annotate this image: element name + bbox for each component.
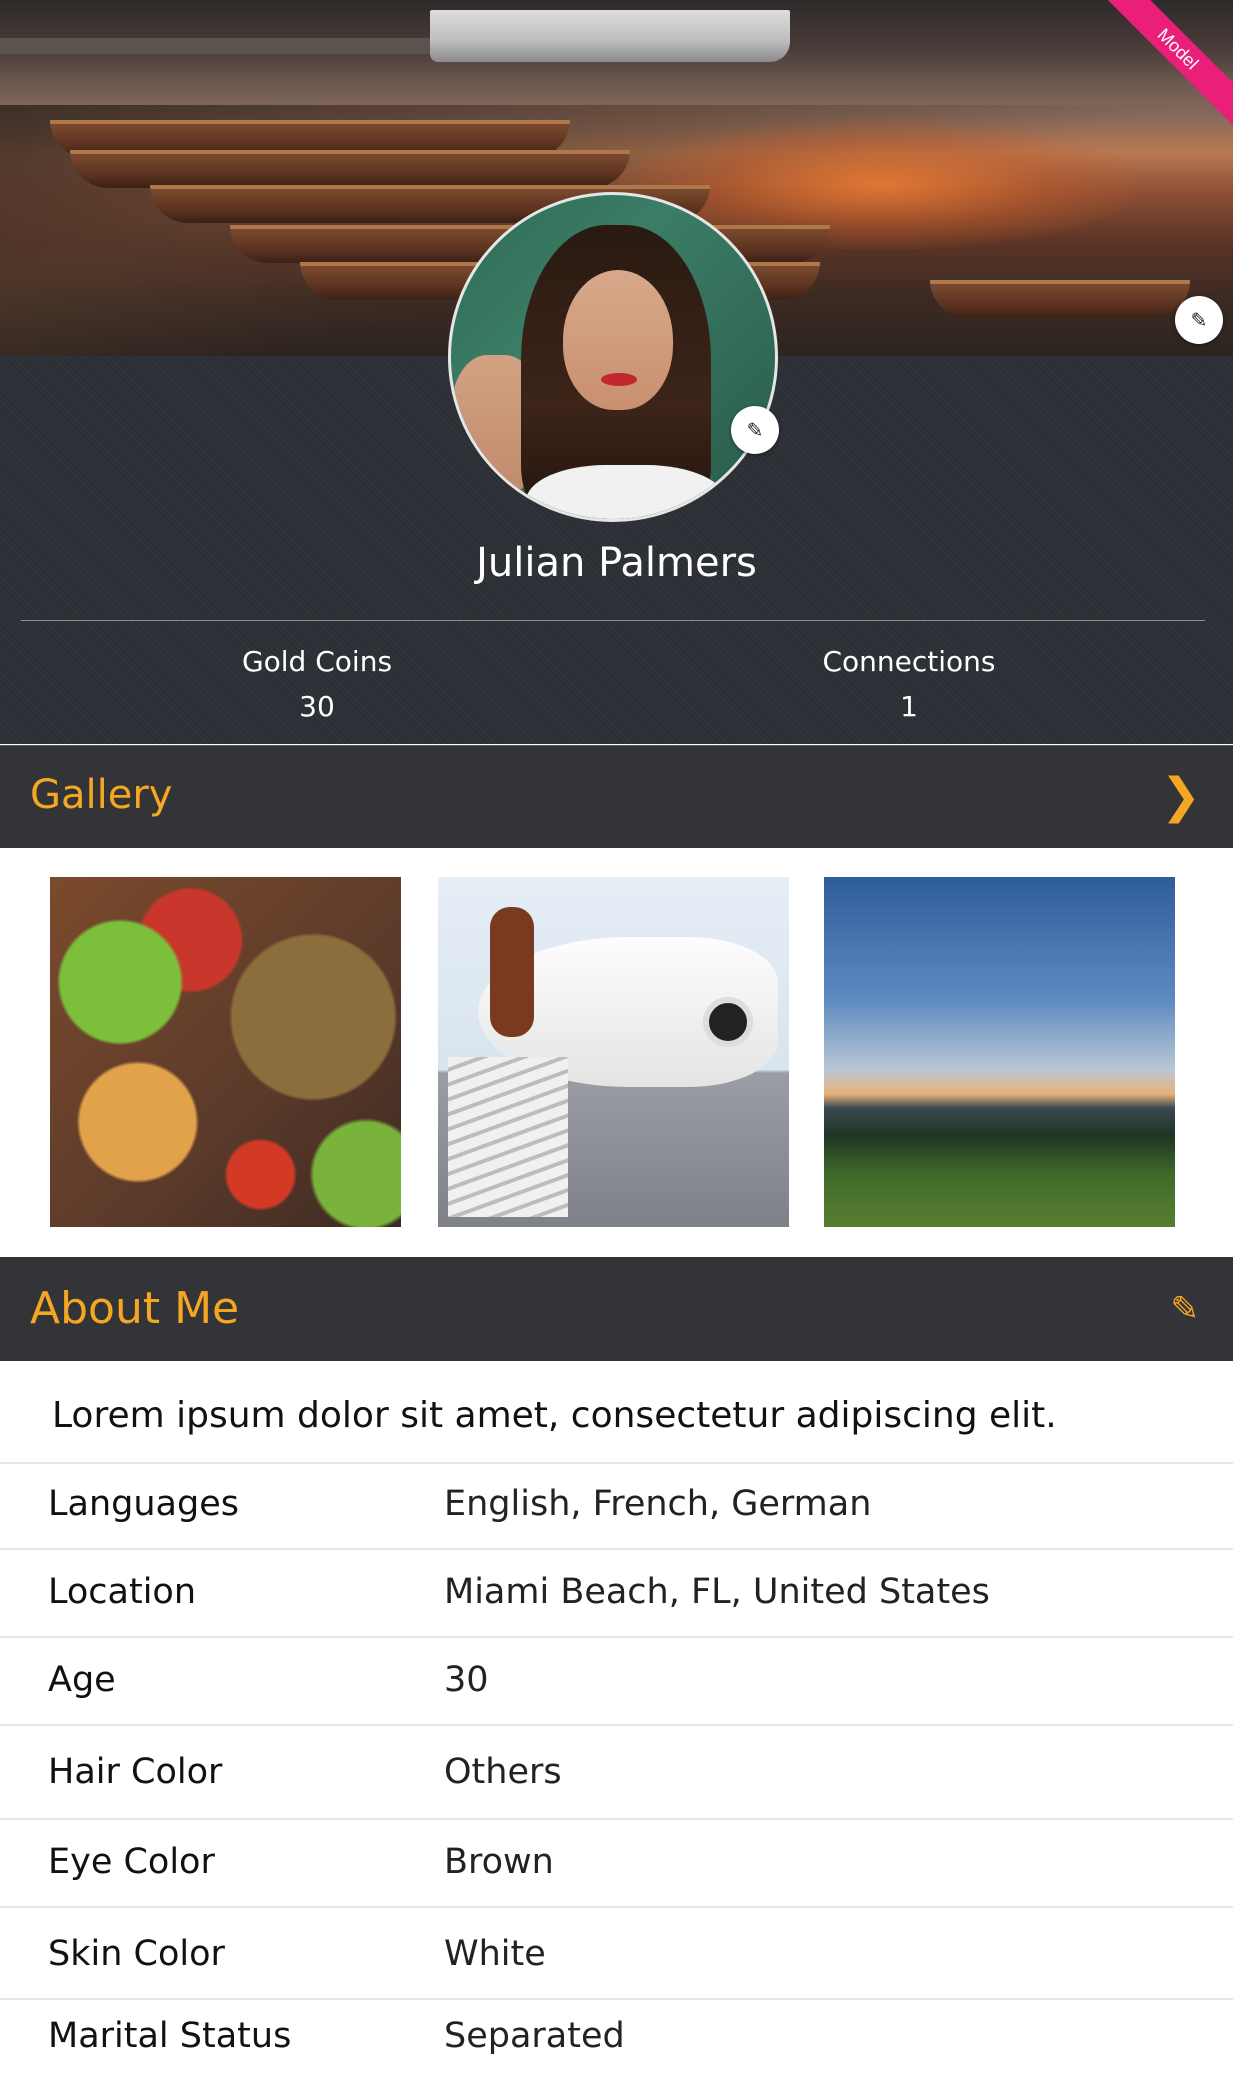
detail-value: Others — [444, 1752, 562, 1792]
stat-value: 30 — [299, 690, 335, 723]
detail-key: Skin Color — [48, 1934, 225, 1974]
detail-value: Separated — [444, 2016, 625, 2056]
stat-value: 1 — [900, 690, 918, 723]
jet-engine — [703, 997, 753, 1047]
jet-door — [490, 907, 534, 1037]
detail-key: Marital Status — [48, 2016, 292, 2056]
about-title: About Me — [30, 1283, 240, 1334]
detail-row: Eye Color Brown — [0, 1822, 1233, 1908]
detail-row: Age 30 — [0, 1640, 1233, 1726]
stat-gold-coins[interactable]: Gold Coins 30 — [117, 645, 517, 723]
about-lead: Lorem ipsum dolor sit amet, consectetur … — [52, 1395, 1057, 1436]
role-badge-label: Model — [1103, 0, 1233, 130]
cover-boat — [930, 280, 1190, 318]
detail-row: Languages English, French, German — [0, 1464, 1233, 1550]
avatar[interactable] — [448, 192, 778, 522]
detail-key: Age — [48, 1660, 116, 1700]
detail-row: Skin Color White — [0, 1910, 1233, 2000]
detail-key: Location — [48, 1572, 197, 1612]
stat-label: Gold Coins — [241, 645, 393, 678]
role-badge: Model — [1103, 0, 1233, 130]
edit-avatar-button[interactable]: ✎ — [731, 406, 779, 454]
pencil-icon[interactable]: ✎ — [1171, 1289, 1200, 1329]
chevron-right-icon[interactable]: ❯ — [1161, 768, 1201, 824]
detail-key: Languages — [48, 1484, 239, 1524]
detail-value: English, French, German — [444, 1484, 872, 1524]
stat-connections[interactable]: Connections 1 — [709, 645, 1109, 723]
cover-pier — [0, 38, 440, 54]
profile-divider — [21, 620, 1205, 621]
gallery-header[interactable]: Gallery ❯ — [0, 745, 1233, 848]
detail-row: Marital Status Separated — [0, 2002, 1233, 2075]
avatar-face — [563, 270, 673, 410]
stat-label: Connections — [822, 645, 996, 678]
gallery-thumbnail[interactable] — [50, 877, 401, 1227]
detail-row: Location Miami Beach, FL, United States — [0, 1552, 1233, 1638]
detail-value: 30 — [444, 1660, 489, 1700]
detail-value: White — [444, 1934, 546, 1974]
detail-key: Hair Color — [48, 1752, 223, 1792]
avatar-top — [526, 465, 726, 519]
cover-ship — [430, 10, 790, 62]
gallery-thumbnail[interactable] — [824, 877, 1175, 1227]
detail-row: Hair Color Others — [0, 1728, 1233, 1820]
profile-name: Julian Palmers — [476, 540, 757, 586]
about-header: About Me ✎ — [0, 1257, 1233, 1361]
cover-boat — [70, 150, 630, 188]
pencil-icon: ✎ — [1190, 308, 1208, 332]
detail-value: Brown — [444, 1842, 554, 1882]
detail-value: Miami Beach, FL, United States — [444, 1572, 990, 1612]
gallery-thumbnail[interactable] — [438, 877, 789, 1227]
pencil-icon: ✎ — [746, 418, 764, 442]
detail-key: Eye Color — [48, 1842, 215, 1882]
avatar-lips — [601, 373, 637, 386]
edit-cover-button[interactable]: ✎ — [1175, 296, 1223, 344]
gallery-title: Gallery — [30, 772, 173, 818]
jet-stairs — [448, 1057, 568, 1217]
